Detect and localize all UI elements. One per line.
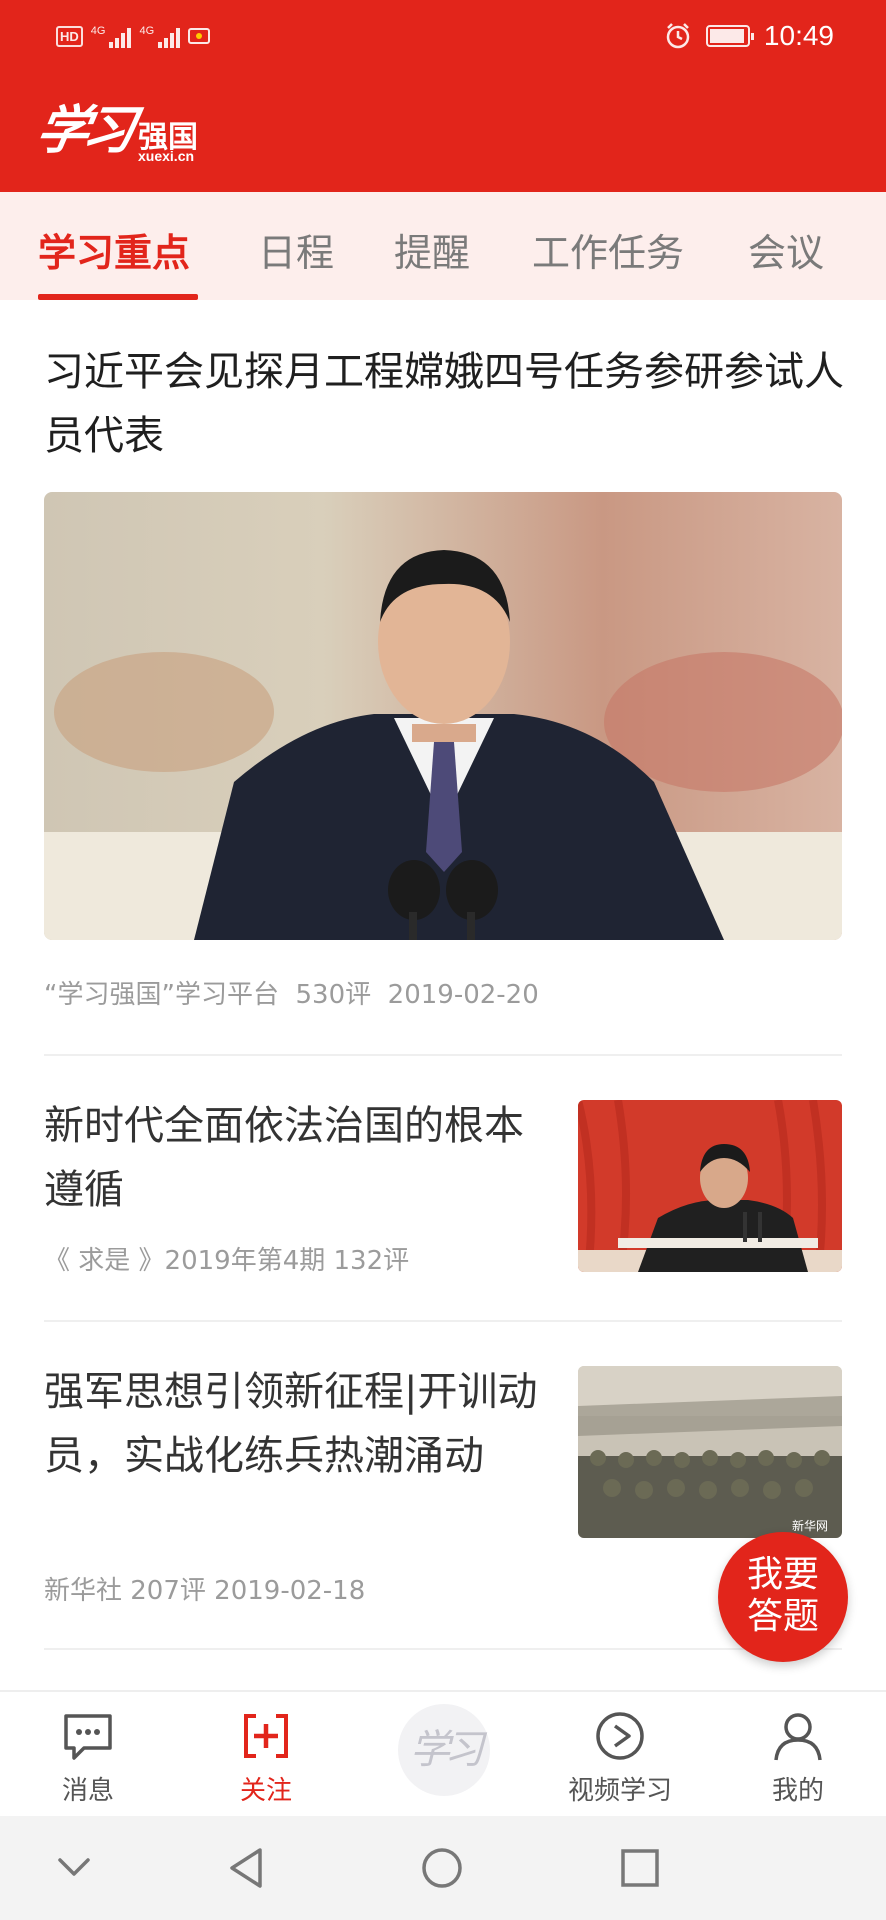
notification-icon — [188, 28, 211, 44]
divider — [44, 1648, 842, 1650]
status-time: 10:49 — [763, 20, 834, 51]
news-item-meta: 新华社 207评 2019-02-18 — [44, 1576, 366, 1606]
alarm-icon — [666, 23, 690, 49]
divider — [44, 1320, 842, 1322]
thumb-watermark: 新华网 — [792, 1518, 828, 1533]
network-type-2: 4G — [139, 25, 155, 37]
xuexi-logo: 学习 强国 xuexi.cn — [32, 86, 228, 166]
follow-icon — [244, 1714, 288, 1758]
status-bar: HD 4G 4G 10:49 — [0, 0, 886, 74]
back-icon[interactable] — [224, 1846, 268, 1890]
nav-item-messages[interactable]: 消息 — [18, 1710, 158, 1807]
nav-label: 关注 — [239, 1776, 292, 1806]
top-story-image[interactable] — [44, 492, 842, 940]
app-screen: HD 4G 4G 10:49 学习 强国 xuexi.cn 学习重点 日程 提醒… — [0, 0, 886, 1920]
nav-item-follow[interactable]: 关注 — [196, 1710, 336, 1807]
top-story-date: 2019-02-20 — [387, 980, 539, 1010]
signal-icon — [109, 24, 132, 48]
message-icon — [64, 1714, 112, 1760]
nav-label: 视频学习 — [567, 1776, 672, 1806]
news-item-title[interactable]: 强军思想引领新征程|开训动员，实战化练兵热潮涌动 — [44, 1360, 544, 1488]
top-story-source: “学习强国”学习平台 — [44, 980, 279, 1010]
xuexi-logo-icon[interactable]: 学习 — [398, 1704, 490, 1796]
network-type-1: 4G — [90, 25, 106, 37]
recents-icon[interactable] — [618, 1846, 662, 1890]
user-icon — [774, 1713, 822, 1761]
nav-item-video-study[interactable]: 视频学习 — [550, 1710, 690, 1807]
bottom-nav: 消息 关注 学习 视频学习 我的 — [0, 1690, 886, 1816]
fab-line-1: 我要 — [746, 1554, 819, 1595]
active-tab-indicator — [38, 294, 198, 300]
nav-item-profile[interactable]: 我的 — [728, 1710, 868, 1807]
news-item-meta: 《 求是 》2019年第4期 132评 — [44, 1246, 410, 1276]
video-play-icon — [596, 1712, 644, 1760]
logo-url: xuexi.cn — [138, 148, 195, 164]
category-tabs: 学习重点 日程 提醒 工作任务 会议 — [0, 192, 886, 300]
nav-label: 我的 — [771, 1776, 824, 1806]
logo-script: 学习 — [31, 100, 135, 161]
signal-icon-2 — [158, 24, 181, 48]
divider — [44, 1054, 842, 1056]
nav-label: 消息 — [61, 1776, 114, 1806]
battery-icon — [705, 25, 754, 47]
news-item-title[interactable]: 新时代全面依法治国的根本遵循 — [44, 1094, 544, 1222]
fab-line-2: 答题 — [746, 1596, 819, 1637]
hide-icon[interactable] — [54, 1846, 94, 1890]
hd-indicator: HD — [56, 25, 83, 47]
answer-quiz-button[interactable]: 我要 答题 — [718, 1532, 848, 1662]
news-item-thumbnail[interactable]: 新华网 — [578, 1366, 842, 1538]
status-left: HD 4G 4G — [56, 24, 211, 48]
home-icon[interactable] — [420, 1846, 464, 1890]
tab-meeting[interactable]: 会议 — [748, 222, 824, 277]
top-story-title[interactable]: 习近平会见探月工程嫦娥四号任务参研参试人员代表 — [44, 340, 854, 468]
status-right: 10:49 — [664, 20, 834, 52]
system-nav-bar — [0, 1816, 886, 1920]
tab-schedule[interactable]: 日程 — [258, 222, 334, 277]
tab-work-tasks[interactable]: 工作任务 — [532, 222, 684, 277]
news-item-thumbnail[interactable] — [578, 1100, 842, 1272]
tab-study-focus[interactable]: 学习重点 — [38, 222, 190, 277]
top-story-comments[interactable]: 530评 — [295, 980, 371, 1010]
tab-reminder[interactable]: 提醒 — [394, 222, 470, 277]
app-header: HD 4G 4G 10:49 学习 强国 xuexi.cn — [0, 0, 886, 192]
top-story-meta: “学习强国”学习平台 530评 2019-02-20 — [44, 974, 539, 1011]
